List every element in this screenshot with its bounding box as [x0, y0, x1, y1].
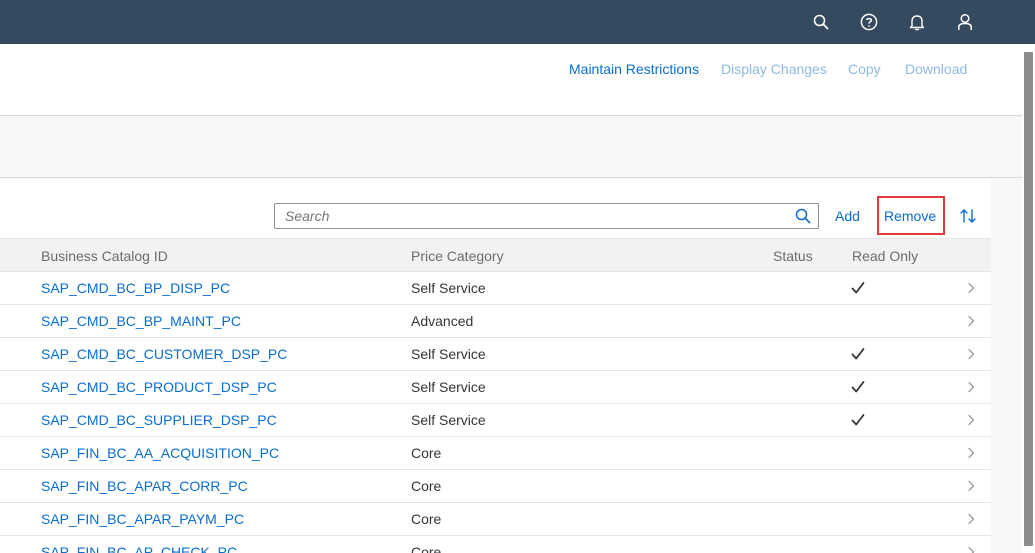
table-row[interactable]: SAP_CMD_BC_BP_MAINT_PC Advanced	[0, 305, 991, 338]
price-category-cell: Advanced	[411, 313, 474, 329]
read-only-check-icon	[851, 348, 865, 360]
chevron-right-icon[interactable]	[966, 513, 976, 525]
read-only-check-icon	[851, 282, 865, 294]
chevron-right-icon[interactable]	[966, 447, 976, 459]
object-header: Maintain Restrictions Display Changes Co…	[0, 44, 1022, 116]
catalog-id-link[interactable]: SAP_FIN_BC_AP_CHECK_PC	[41, 544, 237, 553]
search-icon[interactable]	[809, 10, 833, 34]
table-row[interactable]: SAP_CMD_BC_SUPPLIER_DSP_PC Self Service	[0, 404, 991, 437]
catalog-id-link[interactable]: SAP_CMD_BC_BP_DISP_PC	[41, 280, 230, 296]
price-category-cell: Self Service	[411, 379, 486, 395]
read-only-check-icon	[851, 381, 865, 393]
column-header-read-only[interactable]: Read Only	[852, 248, 918, 264]
price-category-cell: Core	[411, 445, 442, 461]
table-row[interactable]: SAP_CMD_BC_PRODUCT_DSP_PC Self Service	[0, 371, 991, 404]
chevron-right-icon[interactable]	[966, 282, 976, 294]
chevron-right-icon[interactable]	[966, 546, 976, 553]
shell-bar	[0, 0, 1035, 44]
read-only-check-icon	[851, 414, 865, 426]
table-header-row: Business Catalog ID Price Category Statu…	[0, 238, 991, 272]
table-row[interactable]: SAP_FIN_BC_AA_ACQUISITION_PC Core	[0, 437, 991, 470]
help-icon[interactable]	[857, 10, 881, 34]
table-body: SAP_CMD_BC_BP_DISP_PC Self Service SAP_CMD…	[0, 272, 991, 553]
search-input[interactable]	[275, 204, 787, 228]
chevron-right-icon[interactable]	[966, 315, 976, 327]
download-button[interactable]: Download	[905, 61, 967, 77]
price-category-cell: Core	[411, 478, 442, 494]
table-row[interactable]: SAP_CMD_BC_CUSTOMER_DSP_PC Self Service	[0, 338, 991, 371]
catalog-table-panel: Add Remove Business Catalog ID Price Cat…	[0, 179, 991, 553]
price-category-cell: Self Service	[411, 346, 486, 362]
catalog-id-link[interactable]: SAP_CMD_BC_SUPPLIER_DSP_PC	[41, 412, 277, 428]
search-icon[interactable]	[792, 206, 814, 226]
catalog-id-link[interactable]: SAP_CMD_BC_CUSTOMER_DSP_PC	[41, 346, 287, 362]
price-category-cell: Core	[411, 544, 442, 553]
search-field[interactable]	[274, 203, 819, 229]
section-band	[0, 116, 1022, 178]
table-row[interactable]: SAP_FIN_BC_APAR_PAYM_PC Core	[0, 503, 991, 536]
column-header-status[interactable]: Status	[773, 248, 813, 264]
catalog-id-link[interactable]: SAP_CMD_BC_PRODUCT_DSP_PC	[41, 379, 277, 395]
catalog-id-link[interactable]: SAP_FIN_BC_APAR_CORR_PC	[41, 478, 248, 494]
user-icon[interactable]	[953, 10, 977, 34]
catalog-id-link[interactable]: SAP_CMD_BC_BP_MAINT_PC	[41, 313, 241, 329]
bell-icon[interactable]	[905, 10, 929, 34]
maintain-restrictions-button[interactable]: Maintain Restrictions	[569, 61, 699, 77]
scrollbar-thumb[interactable]	[1024, 52, 1033, 546]
page-scrollbar[interactable]	[1022, 44, 1035, 553]
table-row[interactable]: SAP_FIN_BC_APAR_CORR_PC Core	[0, 470, 991, 503]
chevron-right-icon[interactable]	[966, 480, 976, 492]
price-category-cell: Self Service	[411, 412, 486, 428]
price-category-cell: Self Service	[411, 280, 486, 296]
business-catalog-table: Business Catalog ID Price Category Statu…	[0, 238, 991, 553]
table-row[interactable]: SAP_FIN_BC_AP_CHECK_PC Core	[0, 536, 991, 553]
copy-button[interactable]: Copy	[848, 61, 881, 77]
remove-button[interactable]: Remove	[884, 208, 936, 224]
table-row[interactable]: SAP_CMD_BC_BP_DISP_PC Self Service	[0, 272, 991, 305]
column-header-price-category[interactable]: Price Category	[411, 248, 504, 264]
column-header-catalog-id[interactable]: Business Catalog ID	[41, 248, 168, 264]
add-button[interactable]: Add	[835, 208, 860, 224]
price-category-cell: Core	[411, 511, 442, 527]
chevron-right-icon[interactable]	[966, 414, 976, 426]
display-changes-button[interactable]: Display Changes	[721, 61, 827, 77]
chevron-right-icon[interactable]	[966, 348, 976, 360]
catalog-id-link[interactable]: SAP_FIN_BC_AA_ACQUISITION_PC	[41, 445, 279, 461]
catalog-id-link[interactable]: SAP_FIN_BC_APAR_PAYM_PC	[41, 511, 244, 527]
chevron-right-icon[interactable]	[966, 381, 976, 393]
sort-icon[interactable]	[957, 205, 979, 227]
